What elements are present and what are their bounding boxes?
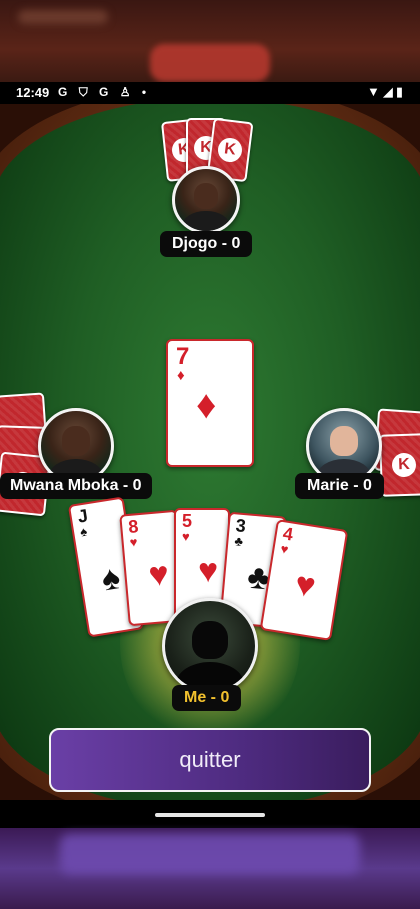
card-suit-small: ♦ — [177, 367, 185, 384]
card-suit-small: ♥ — [129, 534, 139, 550]
shield-icon: ⛉ — [78, 85, 92, 99]
signal-icon: ◢ — [382, 84, 396, 99]
card-suit-large: ♠ — [98, 558, 123, 599]
navigation-bar — [0, 800, 420, 828]
home-handle[interactable] — [155, 813, 265, 817]
opponent-card-back: K — [378, 433, 420, 497]
avatar-head — [330, 426, 358, 456]
accessibility-icon: ♙ — [119, 85, 135, 99]
discard-pile-card: 7 ♦ ♦ — [166, 339, 254, 467]
google-icon: G — [58, 85, 72, 99]
player-label-mwana-mboka: Mwana Mboka - 0 — [0, 473, 152, 499]
card-suit-small: ♥ — [279, 541, 290, 558]
system-icons: ▼◢▮ — [367, 84, 406, 100]
status-time: 12:49 — [16, 85, 50, 100]
player-label-marie: Marie - 0 — [295, 473, 384, 499]
battery-icon: ▮ — [395, 84, 406, 99]
card-suit-large: ♥ — [292, 564, 319, 606]
avatar-head — [62, 426, 90, 456]
blurred-decoration — [60, 834, 360, 874]
card-suit-large: ♥ — [146, 554, 171, 595]
dot-icon: • — [141, 85, 151, 99]
blurred-decoration — [18, 10, 108, 24]
avatar-head — [193, 182, 219, 209]
quit-button[interactable]: quitter — [49, 728, 371, 792]
blurred-decoration — [150, 44, 270, 82]
player-label-me: Me - 0 — [172, 685, 242, 711]
status-bar: 12:49 G ⛉ G ♙ • ▼◢▮ — [0, 82, 420, 104]
card-suit-small: ♠ — [79, 523, 89, 540]
blurred-background-bottom — [0, 828, 420, 909]
player-label-djogo: Djogo - 0 — [160, 231, 253, 257]
card-rank: J — [76, 505, 90, 527]
avatar-head — [192, 620, 228, 659]
player-avatar-me — [162, 598, 258, 694]
card-rank: 3 — [234, 515, 247, 537]
card-suit-large: ♦ — [196, 383, 217, 427]
google-icon: G — [99, 85, 113, 99]
card-suit-small: ♣ — [233, 533, 244, 549]
card-rank: 8 — [127, 516, 140, 537]
card-rank: 7 — [176, 343, 190, 370]
card-rank: 5 — [182, 511, 193, 531]
wifi-icon: ▼ — [366, 84, 383, 99]
blurred-background-top — [0, 0, 420, 82]
card-suit-large: ♥ — [198, 552, 219, 590]
notification-icons: G ⛉ G ♙ • — [58, 85, 150, 100]
card-suit-small: ♥ — [182, 529, 190, 544]
card-table: K K K Djogo - 0 K Mwana Mboka - 0 K Mari… — [0, 104, 420, 828]
opponent-avatar-djogo — [172, 166, 240, 234]
